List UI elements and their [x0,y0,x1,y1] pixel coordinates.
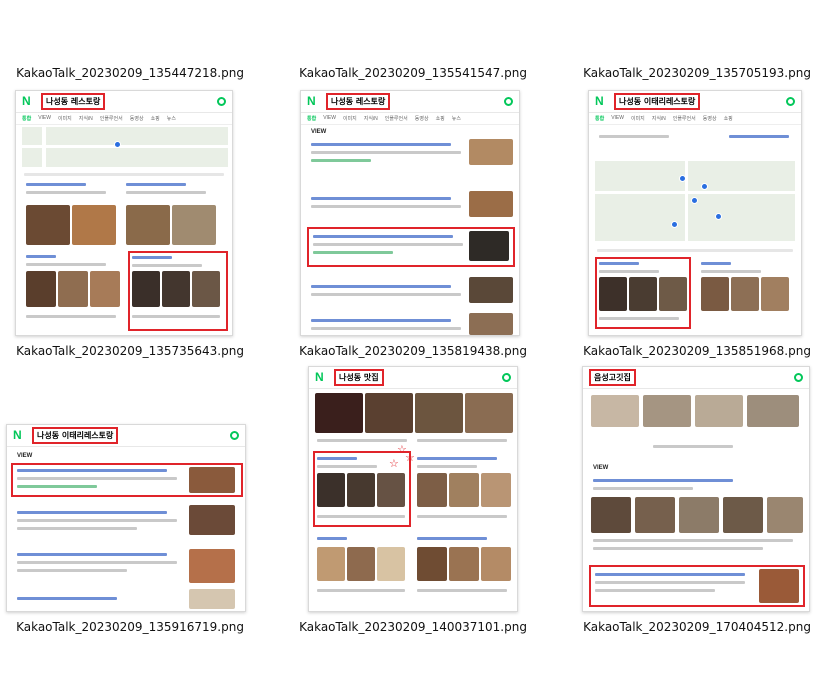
file-thumbnail[interactable]: N 나성동 레스토랑 통합 VIEW 이미지 지식iN 인플루언서 동영상 쇼핑 뉴스 [15,90,233,336]
search-query: 나성동 맛집 [334,369,384,386]
file-thumbnail[interactable]: N 나성동 맛집 ☆ ☆ ☆ [308,366,518,612]
file-grid: KakaoTalk_20230209_135447218.png KakaoTa… [0,0,825,700]
search-icon [502,373,511,382]
file-thumbnail[interactable]: N 나성동 이태리레스토랑 VIEW [6,424,246,612]
map-panel [22,127,228,167]
search-header: N 나성동 맛집 [309,367,517,389]
search-query: 나성동 레스토랑 [326,93,391,110]
file-name[interactable]: KakaoTalk_20230209_135851968.png [567,344,825,358]
naver-logo: N [22,94,31,108]
file-thumbnail[interactable]: N 나성동 이태리레스토랑 통합 VIEW 이미지 지식iN 인플루언서 동영상 쇼핑 [588,90,802,336]
file-name[interactable]: KakaoTalk_20230209_135735643.png [0,344,260,358]
search-tabs: 통합 VIEW 이미지 지식iN 인플루언서 동영상 쇼핑 뉴스 [301,113,519,125]
search-header: N 나성동 레스토랑 [16,91,232,113]
search-header: N 나성동 이태리레스토랑 [589,91,801,113]
file-name[interactable]: KakaoTalk_20230209_135705193.png [567,66,825,80]
search-header: 음성고깃집 [583,367,809,389]
file-name[interactable]: KakaoTalk_20230209_135447218.png [0,66,260,80]
map-panel [595,161,795,241]
map-pin-icon [691,197,698,204]
view-label: VIEW [311,129,327,135]
file-name[interactable]: KakaoTalk_20230209_140037101.png [283,620,543,634]
file-thumbnail[interactable]: 음성고깃집 VIEW [582,366,810,612]
naver-logo: N [13,428,22,442]
search-query: 나성동 이태리레스토랑 [32,427,119,444]
search-header: N 나성동 이태리레스토랑 [7,425,245,447]
naver-logo: N [595,94,604,108]
search-query: 나성동 이태리레스토랑 [614,93,701,110]
search-icon [786,97,795,106]
search-tabs: 통합 VIEW 이미지 지식iN 인플루언서 동영상 쇼핑 [589,113,801,125]
search-query: 나성동 레스토랑 [41,93,106,110]
file-name[interactable]: KakaoTalk_20230209_170404512.png [567,620,825,634]
search-icon [504,97,513,106]
map-pin-icon [701,183,708,190]
file-thumbnail[interactable]: N 나성동 레스토랑 통합 VIEW 이미지 지식iN 인플루언서 동영상 쇼핑 뉴스 VIE… [300,90,520,336]
map-pin-icon [671,221,678,228]
search-query: 음성고깃집 [589,369,636,386]
search-tabs: 통합 VIEW 이미지 지식iN 인플루언서 동영상 쇼핑 뉴스 [16,113,232,125]
file-name[interactable]: KakaoTalk_20230209_135541547.png [283,66,543,80]
file-name[interactable]: KakaoTalk_20230209_135819438.png [283,344,543,358]
file-name[interactable]: KakaoTalk_20230209_135916719.png [0,620,260,634]
view-label: VIEW [593,465,609,471]
search-icon [217,97,226,106]
star-icon: ☆ [405,452,415,464]
map-pin-icon [679,175,686,182]
naver-logo: N [307,94,316,108]
naver-logo: N [315,370,324,384]
star-icon: ☆ [389,458,399,470]
search-icon [230,431,239,440]
map-pin-icon [114,141,121,148]
view-label: VIEW [17,453,33,459]
search-header: N 나성동 레스토랑 [301,91,519,113]
map-pin-icon [715,213,722,220]
search-icon [794,373,803,382]
